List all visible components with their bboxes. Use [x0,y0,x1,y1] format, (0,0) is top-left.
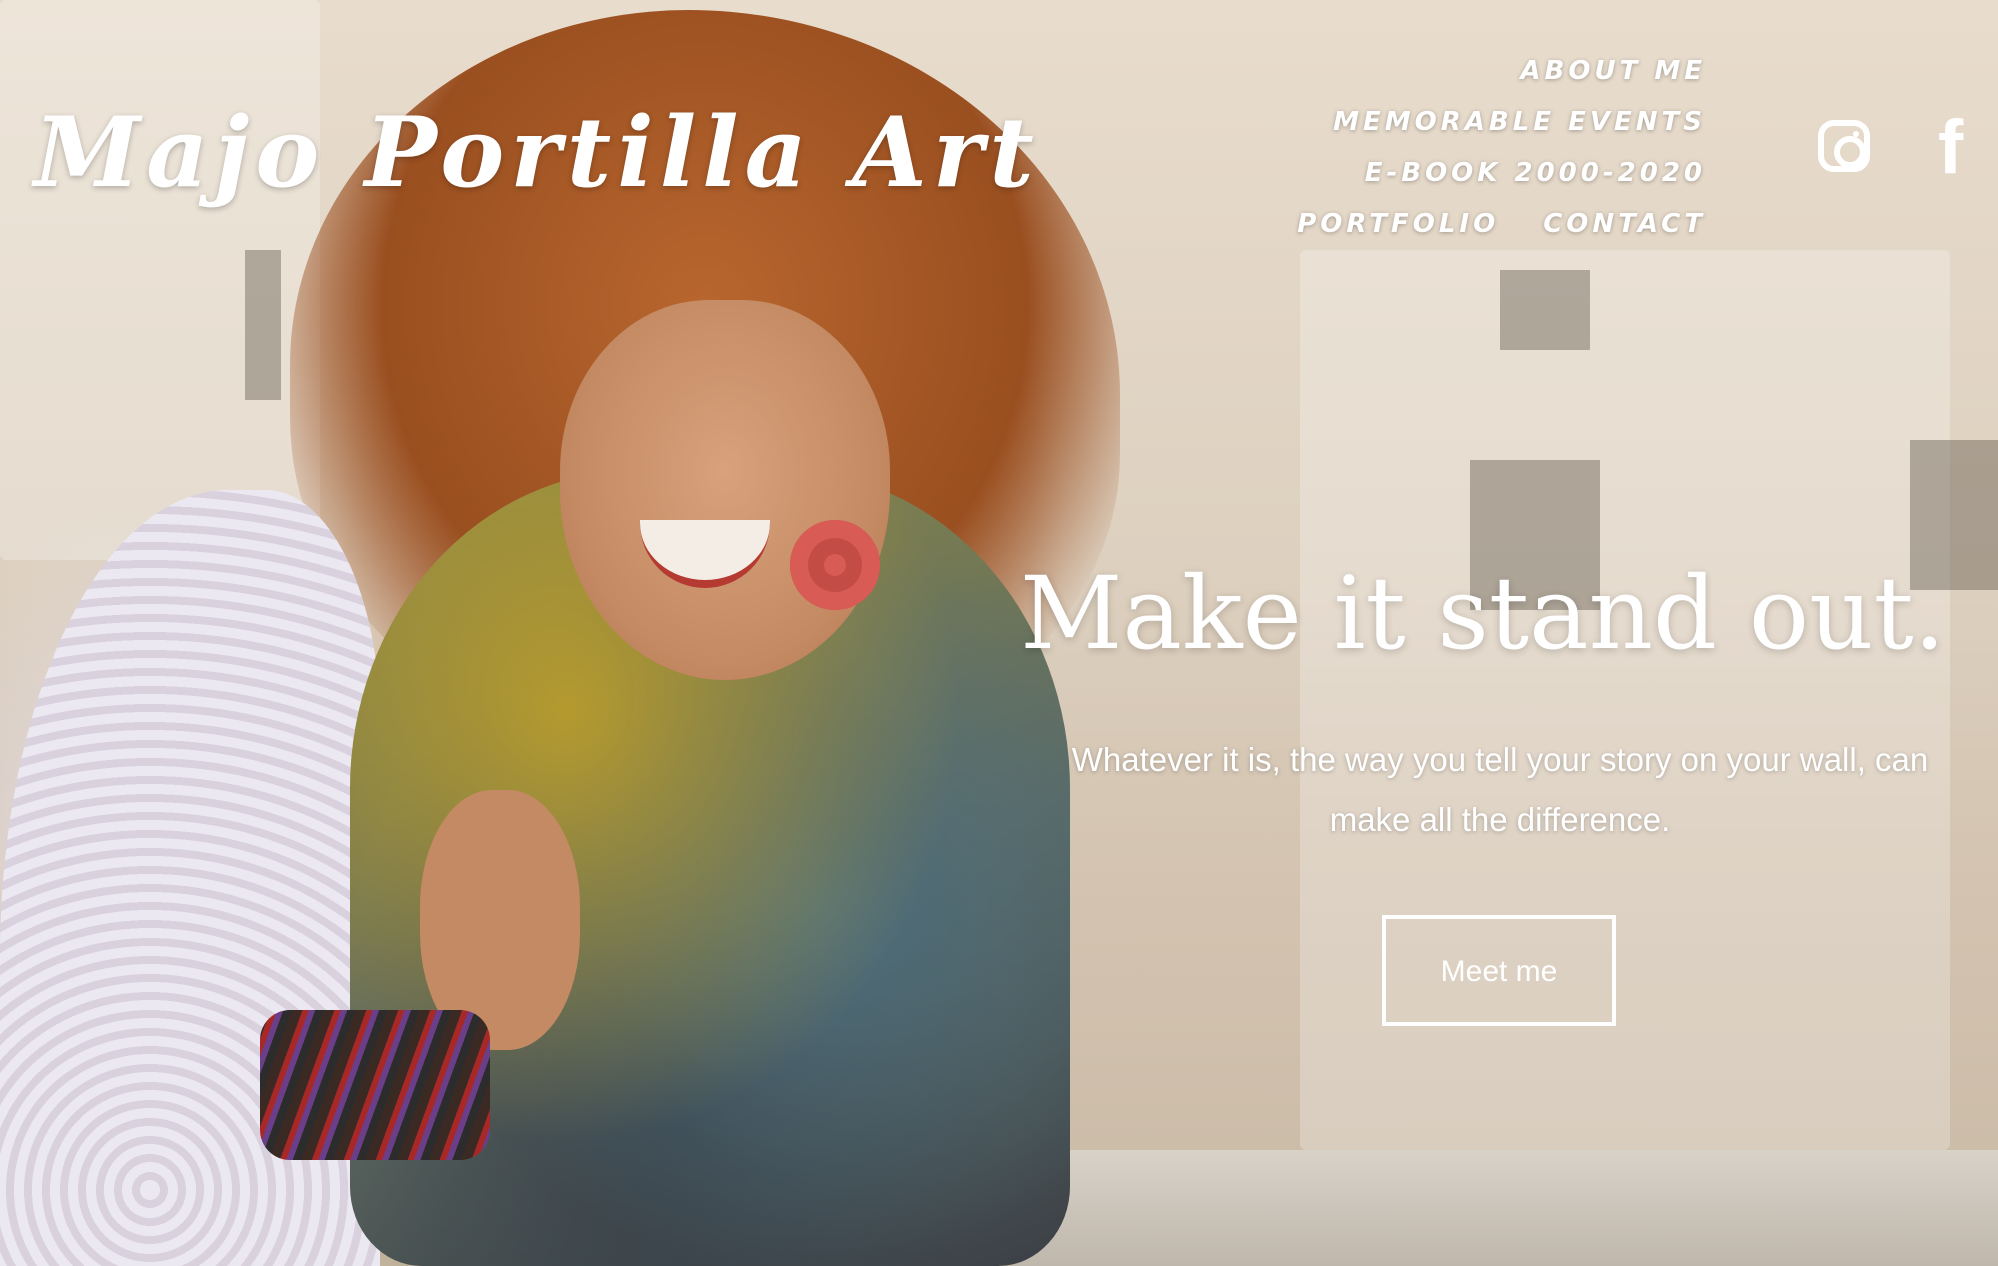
background-window [1500,270,1590,350]
site-logo-title[interactable]: Majo Portilla Art [34,96,1040,209]
facebook-icon[interactable]: f [1938,110,1963,186]
main-navigation: ABOUT ME MEMORABLE EVENTS E-BOOK 2000-20… [1186,46,1706,250]
instagram-icon[interactable] [1818,120,1870,172]
nav-item-memorable-events[interactable]: MEMORABLE EVENTS [1333,97,1706,148]
hero-headline: Make it stand out. [1020,555,1946,672]
nav-item-ebook[interactable]: E-BOOK 2000-2020 [1365,148,1706,199]
earring [790,520,880,610]
face [560,300,890,680]
bracelets [260,1010,490,1160]
stone-wall [1000,1150,1998,1266]
nav-item-portfolio[interactable]: PORTFOLIO [1297,199,1499,250]
nav-item-about-me[interactable]: ABOUT ME [1520,46,1706,97]
hero-subtext: Whatever it is, the way you tell your st… [1071,741,1929,838]
nav-item-contact[interactable]: CONTACT [1543,199,1706,250]
meet-me-button[interactable]: Meet me [1382,915,1616,1026]
